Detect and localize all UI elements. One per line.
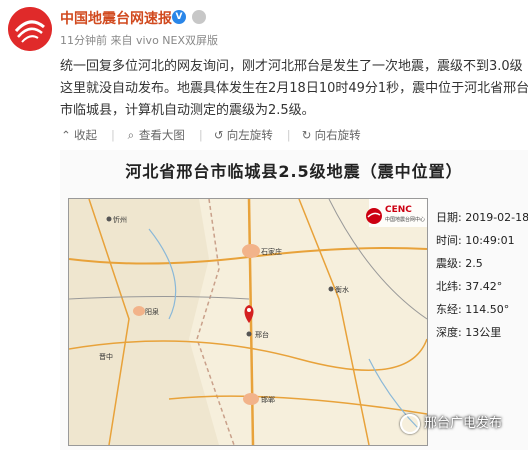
account-name[interactable]: 中国地震台网速报 <box>60 8 172 28</box>
member-icon <box>192 10 206 24</box>
post-line: 市临城县，计算机自动测定的震级为2.5级。 <box>60 103 315 118</box>
city-label: 邯郸 <box>261 395 275 404</box>
rotate-left-button[interactable]: ↺ 向左旋转 <box>213 127 273 143</box>
city-label: 衡水 <box>335 285 349 294</box>
avatar[interactable] <box>8 7 52 51</box>
wechat-channel-icon <box>400 413 420 434</box>
verified-icon: V <box>172 10 186 24</box>
city-label: 石家庄 <box>261 247 282 256</box>
cenc-logo-text: CENC <box>385 205 412 215</box>
post-line: 统一回复多位河北的网友询问，刚才河北邢台是发生了一次地震，震级不到3.0级 <box>60 59 523 74</box>
toolbar-divider: | <box>111 128 115 142</box>
info-time: 时间: 10:49:01 <box>436 234 515 247</box>
city-area <box>242 244 260 258</box>
watermark: 邢台广电发布 <box>400 412 528 438</box>
map-graphic: 忻州 阳泉 晋中 衡水 石家庄 邢台 邯郸 <box>69 199 427 445</box>
cenc-logo-icon <box>8 7 52 51</box>
city-label: 阳泉 <box>145 307 159 316</box>
city-dot <box>106 216 112 222</box>
rotate-left-label: 向左旋转 <box>226 128 273 142</box>
post-time: 11分钟前 <box>60 34 107 47</box>
post-text: 统一回复多位河北的网友询问，刚才河北邢台是发生了一次地震，震级不到3.0级 这里… <box>60 56 528 122</box>
rotate-left-icon: ↺ <box>213 128 224 142</box>
post-meta: 11分钟前 来自 vivo NEX双屏版 <box>60 32 218 48</box>
info-latitude: 北纬: 37.42° <box>436 280 503 293</box>
cenc-logo: CENC 中国地震台网中心 <box>365 205 426 227</box>
rotate-right-icon: ↻ <box>301 128 312 142</box>
info-depth: 深度: 13公里 <box>436 326 502 339</box>
city-area <box>133 306 145 316</box>
city-area <box>243 393 259 405</box>
view-large-label: 查看大图 <box>138 128 185 142</box>
toolbar-divider: | <box>286 128 291 142</box>
zoom-icon: ⌕ <box>127 128 135 142</box>
post-line: 这里就没自动发布。地震具体发生在2月18日10时49分1秒，震中位于河北省邢台 <box>60 81 528 96</box>
city-label: 忻州 <box>113 215 127 224</box>
cenc-emblem-icon <box>366 208 382 224</box>
collapse-icon: ⌃ <box>61 128 71 142</box>
collapse-label: 收起 <box>74 128 97 142</box>
city-dot <box>328 286 334 292</box>
post-source[interactable]: 来自 vivo NEX双屏版 <box>111 34 219 47</box>
post-header: 中国地震台网速报 V 11分钟前 来自 vivo NEX双屏版 <box>0 0 528 52</box>
collapse-button[interactable]: ⌃ 收起 <box>60 127 97 143</box>
cenc-logo-sub: 中国地震台网中心 <box>385 217 426 223</box>
watermark-text: 邢台广电发布 <box>424 416 503 431</box>
city-label: 邢台 <box>255 330 269 339</box>
map-title: 河北省邢台市临城县2.5级地震（震中位置） <box>125 162 463 181</box>
city-label: 晋中 <box>99 352 113 361</box>
epicenter-map: 忻州 阳泉 晋中 衡水 石家庄 邢台 邯郸 CENC 中国地震台网中心 <box>68 198 428 446</box>
quake-info-panel: 日期: 2019-02-18 时间: 10:49:01 震级: 2.5 北纬: … <box>436 206 528 344</box>
post-image[interactable]: 河北省邢台市临城县2.5级地震（震中位置） 忻州 阳泉 晋中 衡水 石家庄 邢台… <box>60 150 528 450</box>
image-toolbar: ⌃ 收起 | ⌕ 查看大图 | ↺ 向左旋转 | ↻ 向右旋转 <box>60 127 375 145</box>
city-dot <box>246 331 252 337</box>
rotate-right-button[interactable]: ↻ 向右旋转 <box>301 127 361 143</box>
toolbar-divider: | <box>198 128 203 142</box>
view-large-button[interactable]: ⌕ 查看大图 <box>125 127 185 143</box>
rotate-right-label: 向右旋转 <box>314 128 361 142</box>
info-longitude: 东经: 114.50° <box>436 303 510 316</box>
info-date: 日期: 2019-02-18 <box>436 211 528 224</box>
info-magnitude: 震级: 2.5 <box>436 257 483 270</box>
